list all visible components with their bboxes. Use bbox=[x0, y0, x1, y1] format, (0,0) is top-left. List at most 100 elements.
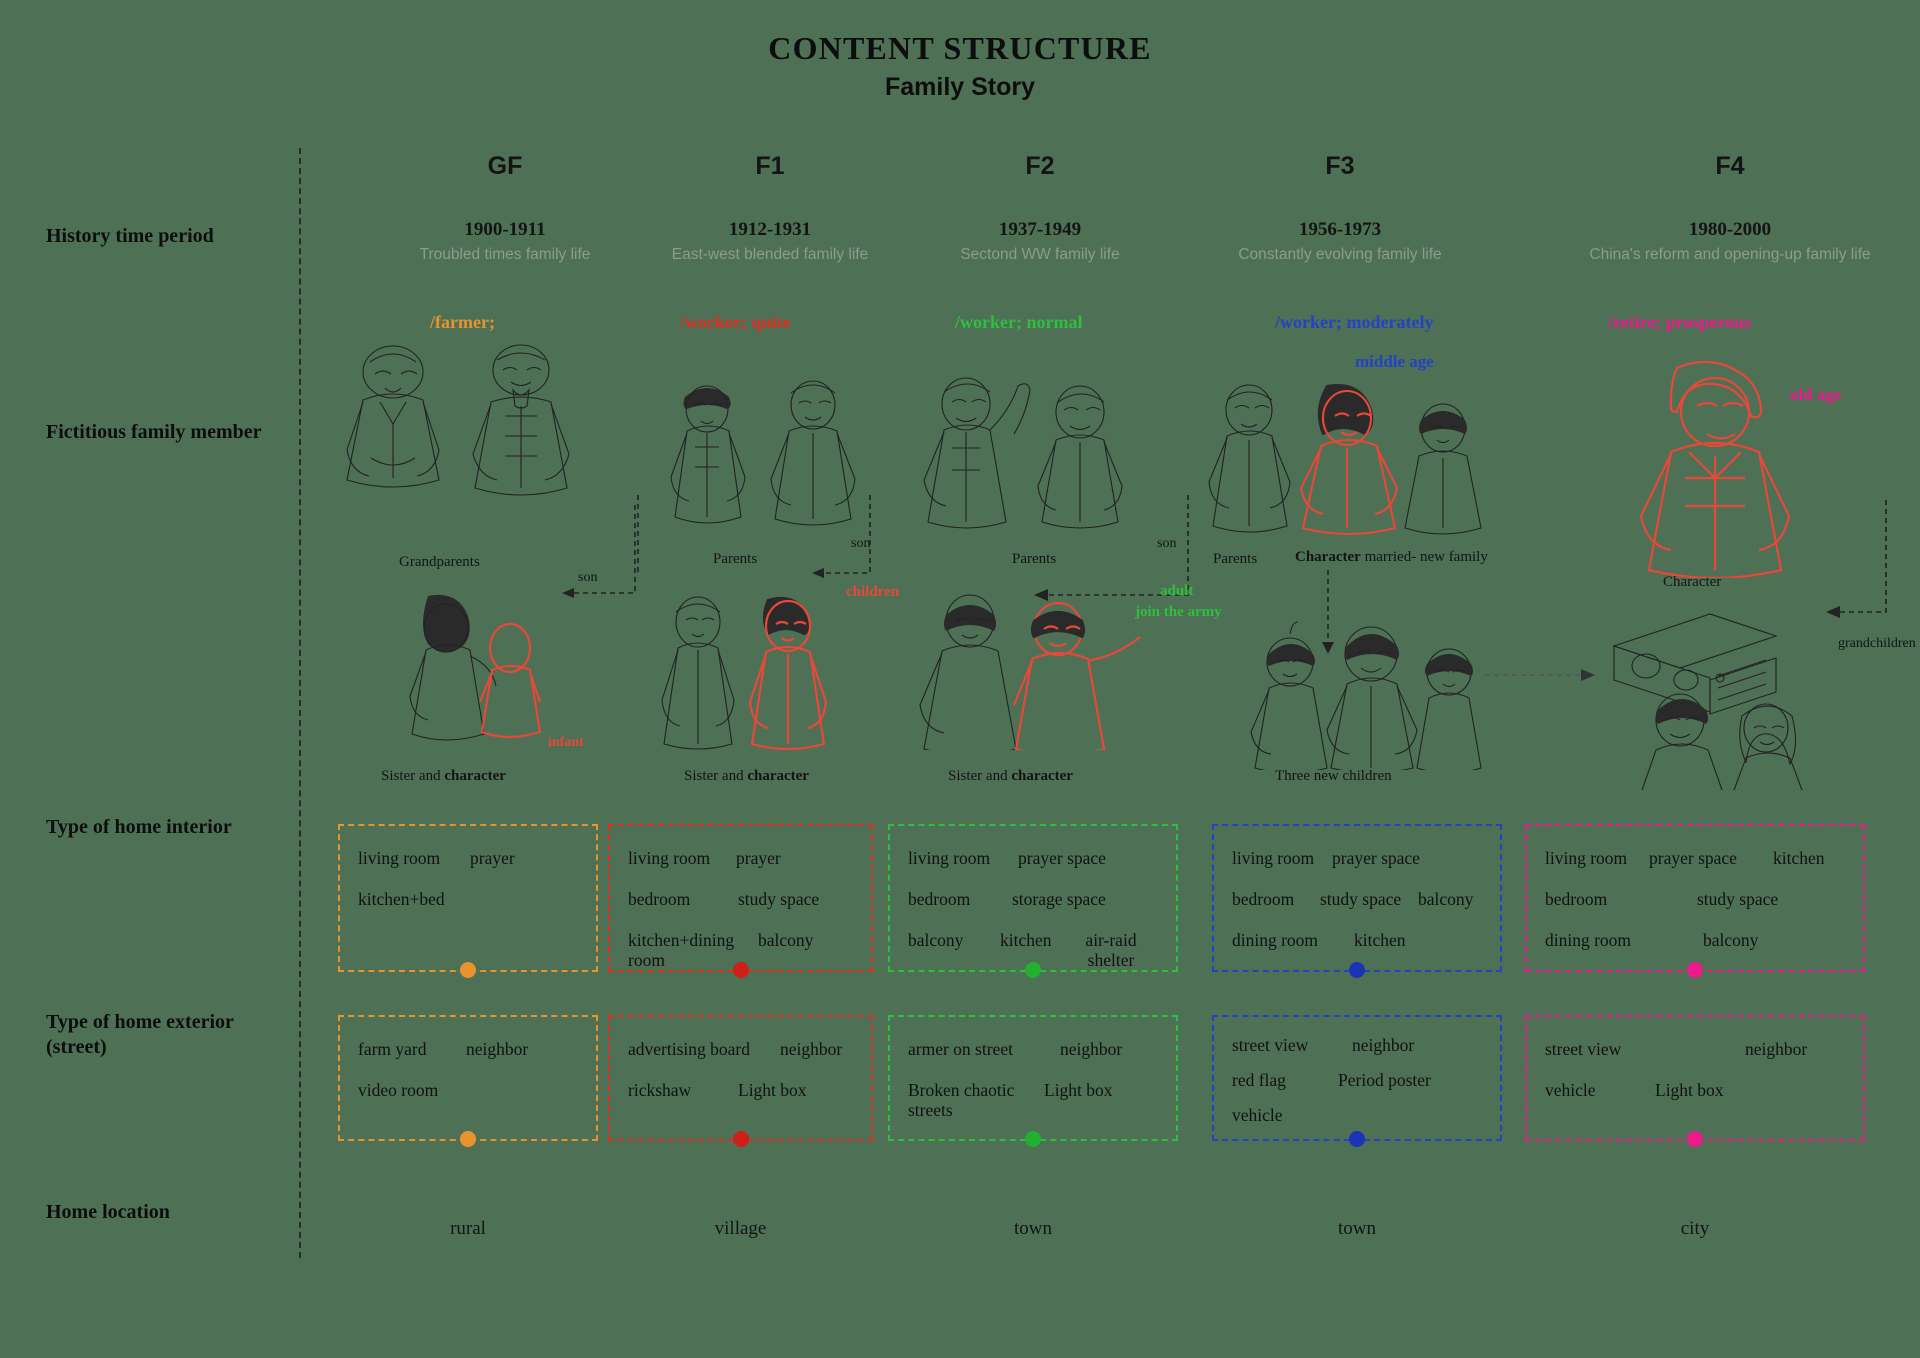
exterior-f2-broken-streets: Broken chaotic streets bbox=[908, 1080, 1015, 1121]
interior-gf-kitchen-bed: kitchen+bed bbox=[358, 889, 445, 909]
location-f4: city bbox=[1680, 1218, 1710, 1239]
exterior-f4-light-box: Light box bbox=[1655, 1080, 1724, 1100]
column-years-f3: 1956-1973 bbox=[1298, 219, 1382, 240]
column-desc-f2: Sectond WW family life bbox=[960, 246, 1120, 263]
exterior-gf-row1: farm yard neighbor bbox=[358, 1039, 578, 1060]
interior-dot-f3 bbox=[1349, 962, 1365, 978]
column-years-f4: 1980-2000 bbox=[1688, 219, 1772, 240]
exterior-box-f4: street view neighbor vehicle Light box bbox=[1525, 1015, 1865, 1147]
title-block: CONTENT STRUCTURE Family Story bbox=[0, 30, 1920, 102]
exterior-gf-neighbor: neighbor bbox=[466, 1039, 529, 1059]
interior-dot-gf bbox=[460, 962, 476, 978]
interior-f4-dining-room: dining room bbox=[1545, 930, 1632, 950]
timeline-axis bbox=[299, 148, 301, 1258]
caption-married-f3: Character married- new family bbox=[1295, 549, 1488, 566]
exterior-f3-neighbor: neighbor bbox=[1352, 1035, 1415, 1055]
column-code-f3: F3 bbox=[1325, 152, 1355, 180]
interior-f2-living-room: living room bbox=[908, 848, 991, 868]
caption-f2-bottom-prefix: Sister and bbox=[948, 768, 1012, 784]
label-adult-f2: adult bbox=[1160, 583, 1194, 599]
exterior-f2-row2: Broken chaotic streets Light box bbox=[908, 1080, 1158, 1120]
sketch-three-children-f3 bbox=[1245, 620, 1495, 770]
exterior-dot-f3 bbox=[1349, 1131, 1365, 1147]
exterior-f4-row1: street view neighbor bbox=[1545, 1039, 1845, 1060]
connector-f1-son bbox=[637, 495, 871, 578]
interior-f3-kitchen: kitchen bbox=[1354, 930, 1406, 950]
exterior-f3-row2: red flag Period poster bbox=[1232, 1070, 1482, 1091]
interior-f4-living-room: living room bbox=[1545, 848, 1628, 868]
interior-f2-row1: living room prayer space bbox=[908, 848, 1158, 869]
occupation-label-f3: /worker; moderately bbox=[1275, 312, 1434, 332]
interior-dot-f1 bbox=[732, 962, 749, 978]
occupation-label-f4: /retire; prosperous bbox=[1608, 312, 1752, 332]
exterior-gf-row2: video room bbox=[358, 1080, 578, 1101]
column-header-f3: F3 1956-1973 Constantly evolving family … bbox=[1180, 152, 1500, 264]
interior-f3-living-room: living room bbox=[1232, 848, 1315, 868]
occupation-label-gf: /farmer; bbox=[430, 312, 495, 332]
exterior-f2-neighbor: neighbor bbox=[1060, 1039, 1123, 1059]
interior-f1-bedroom: bedroom bbox=[628, 889, 691, 909]
exterior-dot-gf bbox=[460, 1131, 476, 1147]
interior-f4-row2: bedroom study space bbox=[1545, 889, 1845, 910]
column-desc-f3: Constantly evolving family life bbox=[1238, 246, 1442, 263]
exterior-f3-vehicle: vehicle bbox=[1232, 1105, 1283, 1125]
interior-f3-study-space: study space bbox=[1320, 889, 1402, 909]
page-subtitle: Family Story bbox=[884, 73, 1036, 101]
caption-f2-bottom-bold: character bbox=[1011, 768, 1073, 784]
exterior-gf-video-room: video room bbox=[358, 1080, 439, 1100]
interior-gf-prayer: prayer bbox=[470, 848, 515, 868]
column-desc-f4: China's reform and opening-up family lif… bbox=[1589, 246, 1871, 263]
occupation-label-f1: /worker; quite bbox=[680, 312, 791, 332]
caption-married-f3-bold: Character bbox=[1295, 549, 1361, 565]
row-label-home-exterior: Type of home exterior (street) bbox=[46, 1010, 234, 1060]
caption-three-children-f3: Three new children bbox=[1275, 768, 1392, 784]
caption-f1-bottom: Sister and character bbox=[684, 768, 809, 785]
interior-f4-kitchen: kitchen bbox=[1773, 848, 1825, 868]
row-label-family-member: Fictitious family member bbox=[46, 421, 262, 443]
sketch-sister-character-f2 bbox=[900, 585, 1150, 750]
row-label-home-exterior-line2: (street) bbox=[46, 1036, 107, 1058]
interior-f3-dining-room: dining room bbox=[1232, 930, 1319, 950]
interior-box-f1: living room prayer bedroom study space k… bbox=[608, 824, 873, 978]
age-label-f3: middle age bbox=[1355, 352, 1434, 371]
exterior-dot-f2 bbox=[1025, 1131, 1041, 1147]
page-title: CONTENT STRUCTURE bbox=[768, 30, 1152, 66]
column-header-f4: F4 1980-2000 China's reform and opening-… bbox=[1530, 152, 1920, 264]
exterior-dot-f4 bbox=[1687, 1131, 1703, 1147]
exterior-f1-row1: advertising board neighbor bbox=[628, 1039, 853, 1060]
exterior-f4-row2: vehicle Light box bbox=[1545, 1080, 1845, 1101]
caption-gf-bottom-bold: character bbox=[444, 768, 506, 784]
interior-f3-balcony: balcony bbox=[1418, 889, 1474, 909]
diagram-canvas: CONTENT STRUCTURE Family Story History t… bbox=[0, 0, 1920, 1358]
occupation-label-f2: /worker; normal bbox=[955, 312, 1083, 332]
interior-f2-bedroom: bedroom bbox=[908, 889, 971, 909]
interior-f2-prayer-space: prayer space bbox=[1018, 848, 1106, 868]
exterior-f2-armer-on-street: armer on street bbox=[908, 1039, 1013, 1059]
caption-married-f3-rest: married- new family bbox=[1360, 549, 1488, 565]
label-son-gf: son bbox=[578, 570, 598, 585]
exterior-f3-row1: street view neighbor bbox=[1232, 1035, 1482, 1056]
interior-gf-living-room: living room bbox=[358, 848, 441, 868]
exterior-box-gf: farm yard neighbor video room bbox=[338, 1015, 598, 1147]
exterior-box-f1: advertising board neighbor rickshaw Ligh… bbox=[608, 1015, 873, 1147]
exterior-gf-farm-yard: farm yard bbox=[358, 1039, 427, 1059]
location-f1: village bbox=[714, 1218, 767, 1239]
exterior-f1-advertising-board: advertising board bbox=[628, 1039, 750, 1059]
interior-f1-balcony: balcony bbox=[758, 930, 814, 950]
exterior-f4-neighbor: neighbor bbox=[1745, 1039, 1808, 1059]
interior-f3-bedroom: bedroom bbox=[1232, 889, 1295, 909]
interior-gf-row1: living room prayer bbox=[358, 848, 578, 869]
exterior-f1-rickshaw: rickshaw bbox=[628, 1080, 692, 1100]
exterior-f3-street-view: street view bbox=[1232, 1035, 1309, 1055]
interior-f1-row2: bedroom study space bbox=[628, 889, 853, 910]
interior-f3-row2: bedroom study space balcony bbox=[1232, 889, 1482, 910]
interior-f1-prayer: prayer bbox=[736, 848, 781, 868]
interior-box-gf: living room prayer kitchen+bed bbox=[338, 824, 598, 978]
interior-f1-row1: living room prayer bbox=[628, 848, 853, 869]
exterior-f3-red-flag: red flag bbox=[1232, 1070, 1286, 1090]
caption-character-f4: Character bbox=[1663, 574, 1722, 590]
row-label-home-exterior-line1: Type of home exterior bbox=[46, 1011, 234, 1033]
column-header-f2: F2 1937-1949 Sectond WW family life bbox=[880, 152, 1200, 264]
column-years-f2: 1937-1949 bbox=[998, 219, 1082, 240]
interior-f3-prayer-space: prayer space bbox=[1332, 848, 1420, 868]
